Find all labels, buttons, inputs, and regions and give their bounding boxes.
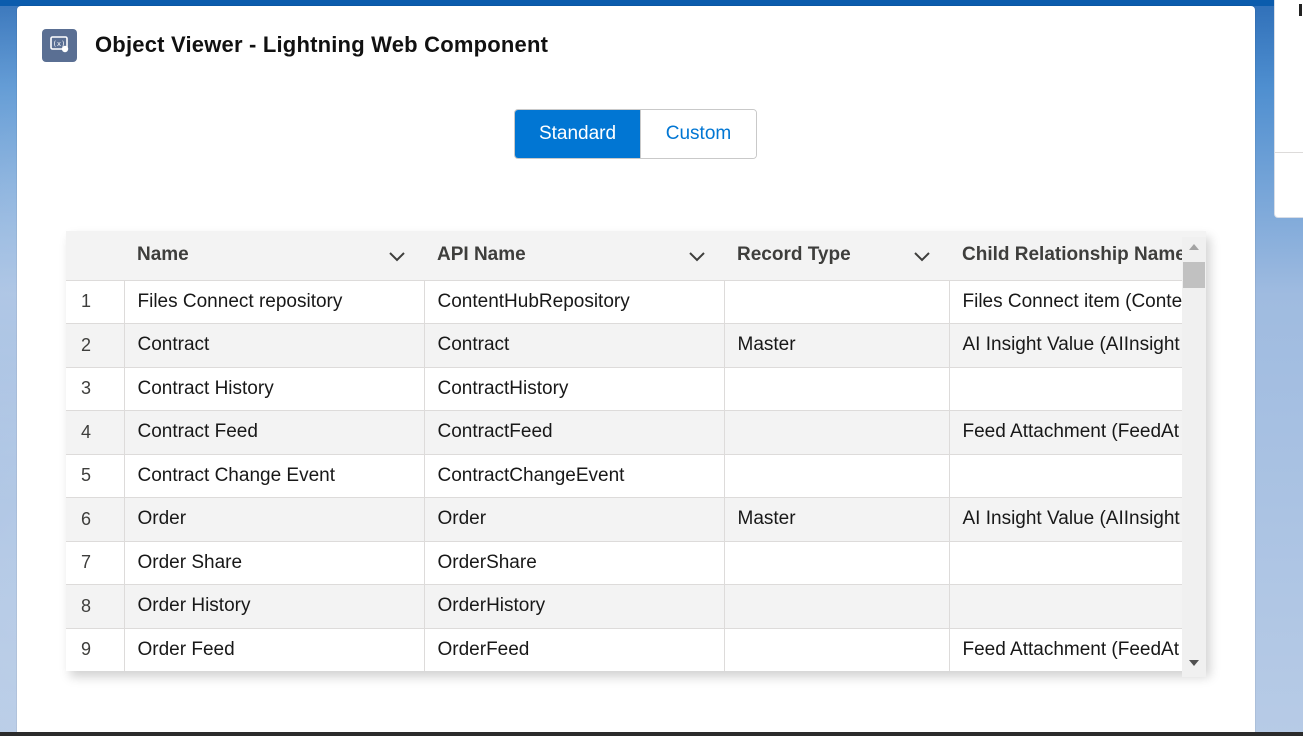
cell-record-type (723, 280, 949, 324)
cell-record-type (723, 628, 949, 671)
column-header-label: Record Type (737, 244, 851, 266)
scroll-down-icon[interactable] (1189, 660, 1199, 666)
cell-name: Contract Feed (123, 410, 424, 455)
cell-child-relationship: Feed Attachment (FeedAt (948, 410, 1206, 455)
cell-api-name: ContractChangeEvent (423, 454, 724, 498)
cell-child-relationship: AI Insight Value (AIInsight (948, 323, 1206, 368)
row-number: 1 (66, 280, 124, 324)
panel-divider (1275, 152, 1303, 153)
cell-api-name: OrderHistory (423, 584, 724, 629)
row-number: 2 (66, 323, 124, 368)
standard-button[interactable]: Standard (515, 110, 640, 158)
table-row[interactable]: 7 Order Share OrderShare (66, 541, 1206, 585)
cell-child-relationship (948, 454, 1206, 498)
column-header-label: API Name (437, 244, 526, 266)
cell-child-relationship (948, 584, 1206, 629)
cell-name: Order Feed (123, 628, 424, 671)
table-scrollbar[interactable] (1182, 237, 1206, 677)
variable-code-icon: (x) (42, 28, 77, 62)
cell-record-type (723, 367, 949, 411)
table-row[interactable]: 2 Contract Contract Master AI Insight Va… (66, 323, 1206, 368)
row-number: 6 (66, 497, 124, 542)
side-panel (1274, 0, 1303, 218)
column-header-label: Name (137, 244, 189, 266)
chevron-down-icon[interactable] (913, 247, 931, 265)
card-header: (x) Object Viewer - Lightning Web Compon… (42, 28, 548, 62)
scroll-up-icon[interactable] (1189, 244, 1199, 250)
column-header-label: Child Relationship Name (962, 244, 1186, 266)
cell-name: Files Connect repository (123, 280, 424, 324)
row-number: 9 (66, 628, 124, 671)
cell-record-type: Master (723, 497, 949, 542)
panel-marker (1299, 4, 1302, 16)
cell-name: Order History (123, 584, 424, 629)
cell-record-type (723, 410, 949, 455)
cell-api-name: Contract (423, 323, 724, 368)
row-number: 5 (66, 454, 124, 498)
objects-table: Name API Name Record Type Child Relation… (66, 231, 1206, 671)
scrollbar-thumb[interactable] (1183, 262, 1205, 288)
cell-name: Contract Change Event (123, 454, 424, 498)
cell-child-relationship (948, 367, 1206, 411)
table-row[interactable]: 4 Contract Feed ContractFeed Feed Attach… (66, 410, 1206, 455)
cell-api-name: ContractHistory (423, 367, 724, 411)
table-row[interactable]: 6 Order Order Master AI Insight Value (A… (66, 497, 1206, 542)
cell-api-name: OrderShare (423, 541, 724, 585)
column-header-record-type[interactable]: Record Type (724, 231, 949, 281)
table-row[interactable]: 1 Files Connect repository ContentHubRep… (66, 280, 1206, 324)
cell-record-type: Master (723, 323, 949, 368)
cell-api-name: OrderFeed (423, 628, 724, 671)
row-number: 8 (66, 584, 124, 629)
column-header-child-relationship[interactable]: Child Relationship Name (949, 231, 1206, 281)
row-number: 3 (66, 367, 124, 411)
cell-api-name: Order (423, 497, 724, 542)
cell-name: Order Share (123, 541, 424, 585)
object-type-toggle: Standard Custom (514, 109, 757, 159)
table-row[interactable]: 3 Contract History ContractHistory (66, 367, 1206, 411)
cell-child-relationship: Feed Attachment (FeedAt (948, 628, 1206, 671)
cell-api-name: ContentHubRepository (423, 280, 724, 324)
object-viewer-card: (x) Object Viewer - Lightning Web Compon… (17, 6, 1255, 736)
column-header-api-name[interactable]: API Name (424, 231, 724, 281)
cell-name: Contract (123, 323, 424, 368)
cell-child-relationship (948, 541, 1206, 585)
chevron-down-icon[interactable] (388, 247, 406, 265)
table-row[interactable]: 8 Order History OrderHistory (66, 584, 1206, 629)
cell-name: Contract History (123, 367, 424, 411)
column-header-name[interactable]: Name (124, 231, 424, 281)
cell-api-name: ContractFeed (423, 410, 724, 455)
row-number: 4 (66, 410, 124, 455)
cell-record-type (723, 541, 949, 585)
cell-record-type (723, 584, 949, 629)
row-number-header (66, 231, 124, 281)
table-row[interactable]: 9 Order Feed OrderFeed Feed Attachment (… (66, 628, 1206, 671)
row-number: 7 (66, 541, 124, 585)
page-title: Object Viewer - Lightning Web Component (95, 32, 549, 57)
cell-record-type (723, 454, 949, 498)
custom-button[interactable]: Custom (640, 110, 756, 158)
chevron-down-icon[interactable] (688, 247, 706, 265)
bottom-strip (0, 732, 1303, 736)
cell-name: Order (123, 497, 424, 542)
table-header-row: Name API Name Record Type Child Relation… (66, 231, 1206, 281)
table-row[interactable]: 5 Contract Change Event ContractChangeEv… (66, 454, 1206, 498)
cell-child-relationship: AI Insight Value (AIInsight (948, 497, 1206, 542)
cell-child-relationship: Files Connect item (Conte (948, 280, 1206, 324)
